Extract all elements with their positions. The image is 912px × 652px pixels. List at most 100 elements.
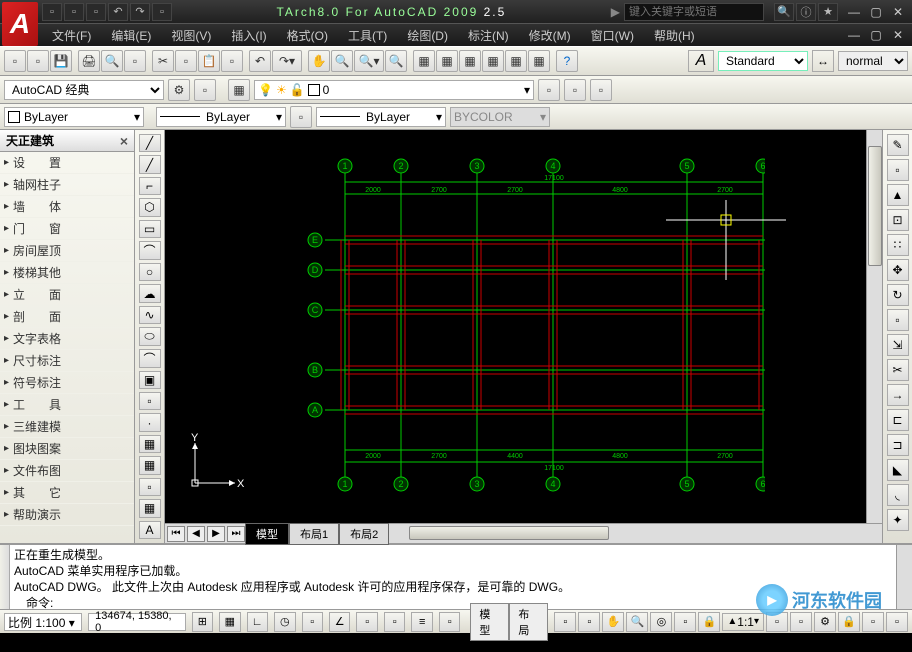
layer-previous-button[interactable]: ▫ [538, 79, 560, 101]
panel-item-text-table[interactable]: ▸文字表格 [0, 328, 134, 350]
search-icon[interactable]: 🔍 [774, 3, 794, 21]
sheetset-button[interactable]: ▦ [482, 50, 504, 72]
cut-button[interactable]: ✂ [152, 50, 174, 72]
panel-item-other[interactable]: ▸其 它 [0, 482, 134, 504]
menu-insert[interactable]: 插入(I) [221, 25, 276, 46]
chamfer-button[interactable]: ◣ [887, 459, 909, 481]
gradient-button[interactable]: ▦ [139, 456, 161, 474]
panel-item-help-demo[interactable]: ▸帮助演示 [0, 504, 134, 526]
rotate-button[interactable]: ↻ [887, 284, 909, 306]
doc-minimize-button[interactable]: — [844, 26, 864, 44]
layer-states-button[interactable]: ▫ [564, 79, 586, 101]
rectangle-button[interactable]: ▭ [139, 220, 161, 238]
qat-new-icon[interactable]: ▫ [42, 3, 62, 21]
plot-button[interactable]: 🖨 [78, 50, 100, 72]
scroll-thumb-h[interactable] [409, 526, 609, 540]
showmotion-button[interactable]: ▫ [674, 612, 696, 632]
designcenter-button[interactable]: ▦ [436, 50, 458, 72]
workspace-select[interactable]: AutoCAD 经典 [4, 80, 164, 100]
extend-button[interactable]: → [887, 384, 909, 406]
panel-item-room-roof[interactable]: ▸房间屋顶 [0, 240, 134, 262]
menu-view[interactable]: 视图(V) [161, 25, 221, 46]
hatch-button[interactable]: ▦ [139, 435, 161, 453]
clean-screen-button[interactable]: ▫ [886, 612, 908, 632]
close-button[interactable]: ✕ [888, 3, 908, 21]
quickview-layouts-button[interactable]: ▫ [554, 612, 576, 632]
anno-toggle-button[interactable]: 🔒 [698, 612, 720, 632]
layout2-tab[interactable]: 布局2 [339, 523, 389, 545]
ellipse-arc-button[interactable]: ⌒ [139, 349, 161, 368]
quickcalc-button[interactable]: ▦ [528, 50, 550, 72]
tab-prev-button[interactable]: ◀ [187, 526, 205, 542]
offset-button[interactable]: ⊡ [887, 209, 909, 231]
polygon-button[interactable]: ⬡ [139, 198, 161, 216]
qat-undo-icon[interactable]: ↶ [108, 3, 128, 21]
plot-preview-button[interactable]: 🔍 [101, 50, 123, 72]
panel-item-3d[interactable]: ▸三维建模 [0, 416, 134, 438]
layer-iso-button[interactable]: ▫ [590, 79, 612, 101]
quickview-drawings-button[interactable]: ▫ [578, 612, 600, 632]
layer-select[interactable]: 💡 ☀ 🔓 0 ▾ [254, 80, 534, 100]
region-button[interactable]: ▫ [139, 478, 161, 496]
stretch-button[interactable]: ⇲ [887, 334, 909, 356]
polar-button[interactable]: ◷ [274, 612, 295, 632]
point-button[interactable]: · [139, 413, 161, 431]
markup-button[interactable]: ▦ [505, 50, 527, 72]
tab-next-button[interactable]: ▶ [207, 526, 225, 542]
fillet-button[interactable]: ◟ [887, 484, 909, 506]
scale-button[interactable]: ▫ [887, 309, 909, 331]
qat-open-icon[interactable]: ▫ [64, 3, 84, 21]
mirror-button[interactable]: ▲ [887, 184, 909, 206]
mtext-button[interactable]: A [139, 521, 161, 539]
menu-edit[interactable]: 编辑(E) [101, 25, 161, 46]
explode-button[interactable]: ✦ [887, 509, 909, 531]
lineweight-select[interactable]: ByLayer ▾ [316, 107, 446, 127]
line-button[interactable]: ╱ [139, 134, 161, 152]
menu-help[interactable]: 帮助(H) [644, 25, 705, 46]
panel-close-icon[interactable]: × [120, 133, 128, 149]
panel-item-settings[interactable]: ▸设 置 [0, 152, 134, 174]
otrack-button[interactable]: ∠ [329, 612, 350, 632]
help-button[interactable]: ? [556, 50, 578, 72]
menu-format[interactable]: 格式(O) [277, 25, 338, 46]
paste-button[interactable]: 📋 [198, 50, 220, 72]
info-icon[interactable]: ⓘ [796, 3, 816, 21]
menu-tools[interactable]: 工具(T) [338, 25, 397, 46]
menu-draw[interactable]: 绘图(D) [397, 25, 458, 46]
match-props-button[interactable]: ▫ [221, 50, 243, 72]
new-button[interactable]: ▫ [4, 50, 26, 72]
pan-button[interactable]: ✋ [308, 50, 330, 72]
snap-button[interactable]: ⊞ [192, 612, 213, 632]
zoom-realtime-button[interactable]: 🔍 [331, 50, 353, 72]
array-button[interactable]: ∷ [887, 234, 909, 256]
toolpalettes-button[interactable]: ▦ [459, 50, 481, 72]
undo-button[interactable]: ↶ [249, 50, 271, 72]
grid-button[interactable]: ▦ [219, 612, 240, 632]
canvas-scrollbar-h[interactable] [389, 523, 882, 543]
favorite-icon[interactable]: ★ [818, 3, 838, 21]
make-block-button[interactable]: ▫ [139, 392, 161, 410]
panel-item-tools[interactable]: ▸工 具 [0, 394, 134, 416]
layer-properties-button[interactable]: ▦ [228, 79, 250, 101]
spline-button[interactable]: ∿ [139, 306, 161, 324]
zoom-status-button[interactable]: 🔍 [626, 612, 648, 632]
panel-item-dim[interactable]: ▸尺寸标注 [0, 350, 134, 372]
panel-item-grid-column[interactable]: ▸轴网柱子 [0, 174, 134, 196]
pan-status-button[interactable]: ✋ [602, 612, 624, 632]
maximize-button[interactable]: ▢ [866, 3, 886, 21]
redo-button[interactable]: ↷▾ [272, 50, 302, 72]
zoom-window-button[interactable]: 🔍▾ [354, 50, 384, 72]
linetype-manager-button[interactable]: ▫ [290, 106, 312, 128]
app-logo[interactable]: A [2, 2, 38, 46]
panel-item-elevation[interactable]: ▸立 面 [0, 284, 134, 306]
linetype-select[interactable]: ByLayer ▾ [156, 107, 286, 127]
table-button[interactable]: ▦ [139, 499, 161, 517]
circle-button[interactable]: ○ [139, 263, 161, 281]
properties-button[interactable]: ▦ [413, 50, 435, 72]
layout1-tab[interactable]: 布局1 [289, 523, 339, 545]
qat-save-icon[interactable]: ▫ [86, 3, 106, 21]
osnap-button[interactable]: ▫ [302, 612, 323, 632]
scale-select[interactable]: 比例 1:100 ▾ [4, 613, 82, 631]
command-scrollbar[interactable] [896, 545, 912, 609]
drawing-canvas[interactable]: 123456 123456 ABCDE ABCDE 17100 20002700… [165, 130, 866, 523]
